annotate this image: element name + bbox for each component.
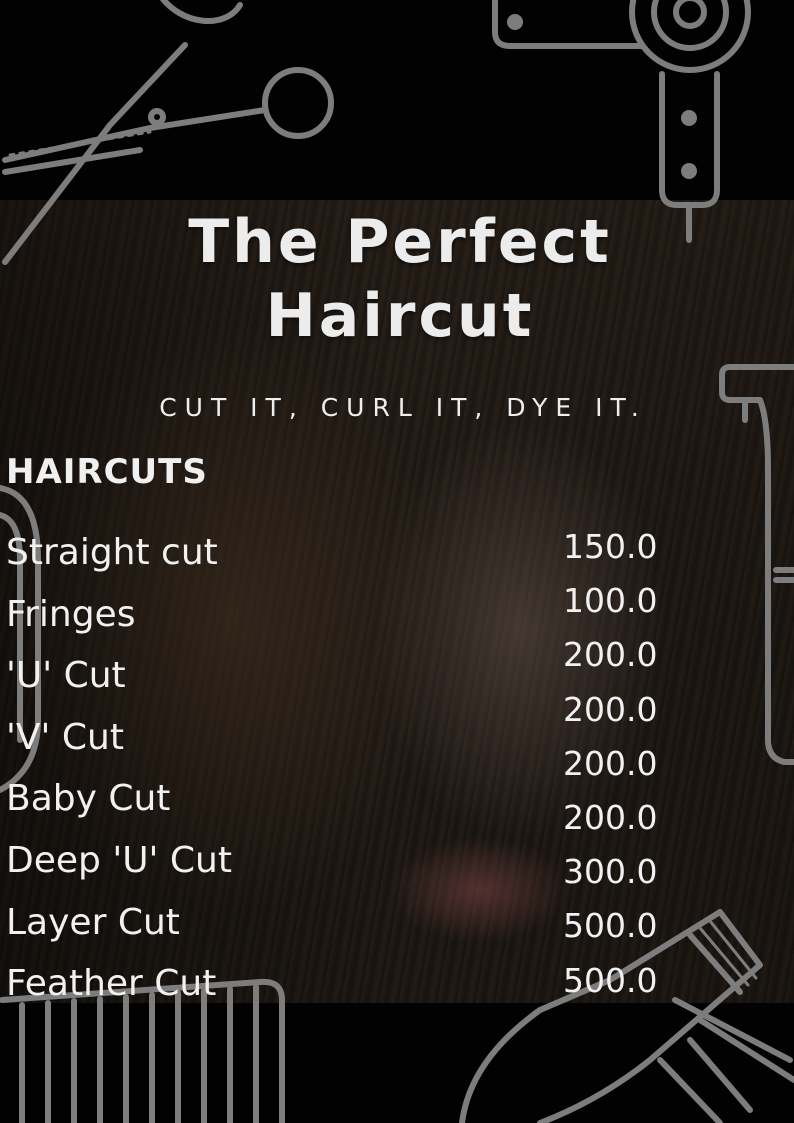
- service-price: 100.0: [563, 581, 658, 621]
- title-line-1: The Perfect: [188, 207, 612, 277]
- service-price: 500.0: [563, 960, 658, 1000]
- service-name: Fringes: [6, 593, 136, 635]
- service-name: Straight cut: [6, 532, 218, 573]
- service-price: 500.0: [563, 906, 658, 946]
- service-name: 'V' Cut: [6, 716, 124, 758]
- poster: The Perfect Haircut CUT IT, CURL IT, DYE…: [0, 0, 794, 1123]
- service-price: 200.0: [563, 635, 658, 675]
- service-name: Feather Cut: [6, 963, 217, 1005]
- service-price: 300.0: [563, 852, 658, 892]
- service-price: 200.0: [563, 689, 658, 729]
- service-name: Baby Cut: [6, 778, 171, 820]
- title-line-2: Haircut: [265, 281, 535, 351]
- service-name-list: Straight cut Fringes 'U' Cut 'V' Cut Bab…: [6, 528, 232, 1021]
- service-price: 200.0: [563, 797, 658, 837]
- section-heading-haircuts: HAIRCUTS: [6, 452, 208, 492]
- service-name: Layer Cut: [6, 901, 180, 943]
- hair-dryer-icon: [492, 0, 751, 243]
- hair-clipper-icon: [719, 364, 794, 765]
- tagline: CUT IT, CURL IT, DYE IT.: [159, 393, 647, 422]
- service-price: 150.0: [563, 527, 658, 566]
- service-price: 200.0: [563, 743, 658, 783]
- service-price-list: 150.0 100.0 200.0 200.0 200.0 200.0 300.…: [563, 524, 657, 1012]
- page-title: The Perfect Haircut: [80, 205, 720, 353]
- service-name: Deep 'U' Cut: [6, 839, 232, 881]
- service-name: 'U' Cut: [6, 655, 126, 697]
